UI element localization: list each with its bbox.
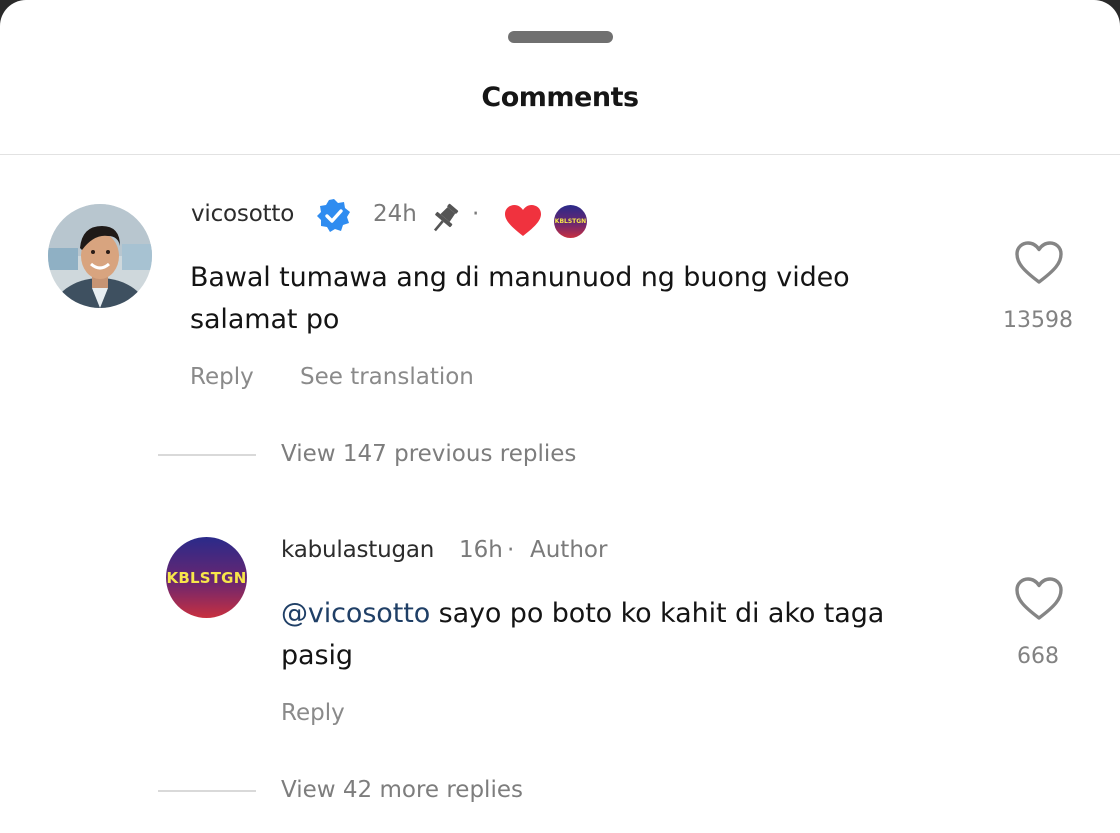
comment-text-line-2: pasig (281, 640, 353, 671)
reply-button[interactable]: Reply (190, 364, 254, 390)
avatar-label: KBLSTGN (166, 568, 247, 587)
verified-badge-icon (315, 197, 353, 239)
separator-dot: · (472, 201, 480, 227)
like-heart-icon[interactable] (1014, 240, 1064, 290)
like-heart-icon[interactable] (1014, 576, 1064, 626)
comment-text: sayo po boto ko kahit di ako taga (430, 598, 885, 629)
comment-text-line-1: Bawal tumawa ang di manunuod ng buong vi… (190, 262, 850, 293)
pin-icon (427, 200, 463, 240)
comment-username[interactable]: kabulastugan (281, 537, 434, 563)
comment-timestamp: 16h (459, 537, 503, 563)
avatar[interactable] (48, 204, 152, 308)
comment-timestamp: 24h (373, 201, 417, 227)
header-divider (0, 154, 1120, 155)
replies-divider (158, 790, 256, 792)
view-previous-replies-button[interactable]: View 147 previous replies (281, 441, 576, 467)
page-title: Comments (481, 82, 639, 113)
see-translation-button[interactable]: See translation (300, 364, 474, 390)
like-count: 13598 (1003, 308, 1073, 333)
drag-handle[interactable] (508, 31, 613, 43)
avatar[interactable]: KBLSTGN (166, 537, 247, 618)
mention-link[interactable]: @vicosotto (281, 598, 430, 629)
creator-avatar: KBLSTGN (554, 205, 587, 238)
comments-sheet: Comments vicosotto 24h · KBLSTGN Bawal t… (0, 0, 1120, 833)
heart-icon (504, 204, 542, 242)
creator-avatar-label: KBLSTGN (554, 218, 587, 225)
comment-text-line-2: salamat po (190, 304, 340, 335)
comment-username[interactable]: vicosotto (191, 201, 294, 227)
separator-dot: · (507, 537, 515, 563)
comment-text-line-1: @vicosotto sayo po boto ko kahit di ako … (281, 593, 884, 635)
reply-button[interactable]: Reply (281, 700, 345, 726)
author-tag: Author (530, 537, 608, 563)
view-more-replies-button[interactable]: View 42 more replies (281, 777, 523, 803)
like-count: 668 (1017, 644, 1059, 669)
replies-divider (158, 454, 256, 456)
